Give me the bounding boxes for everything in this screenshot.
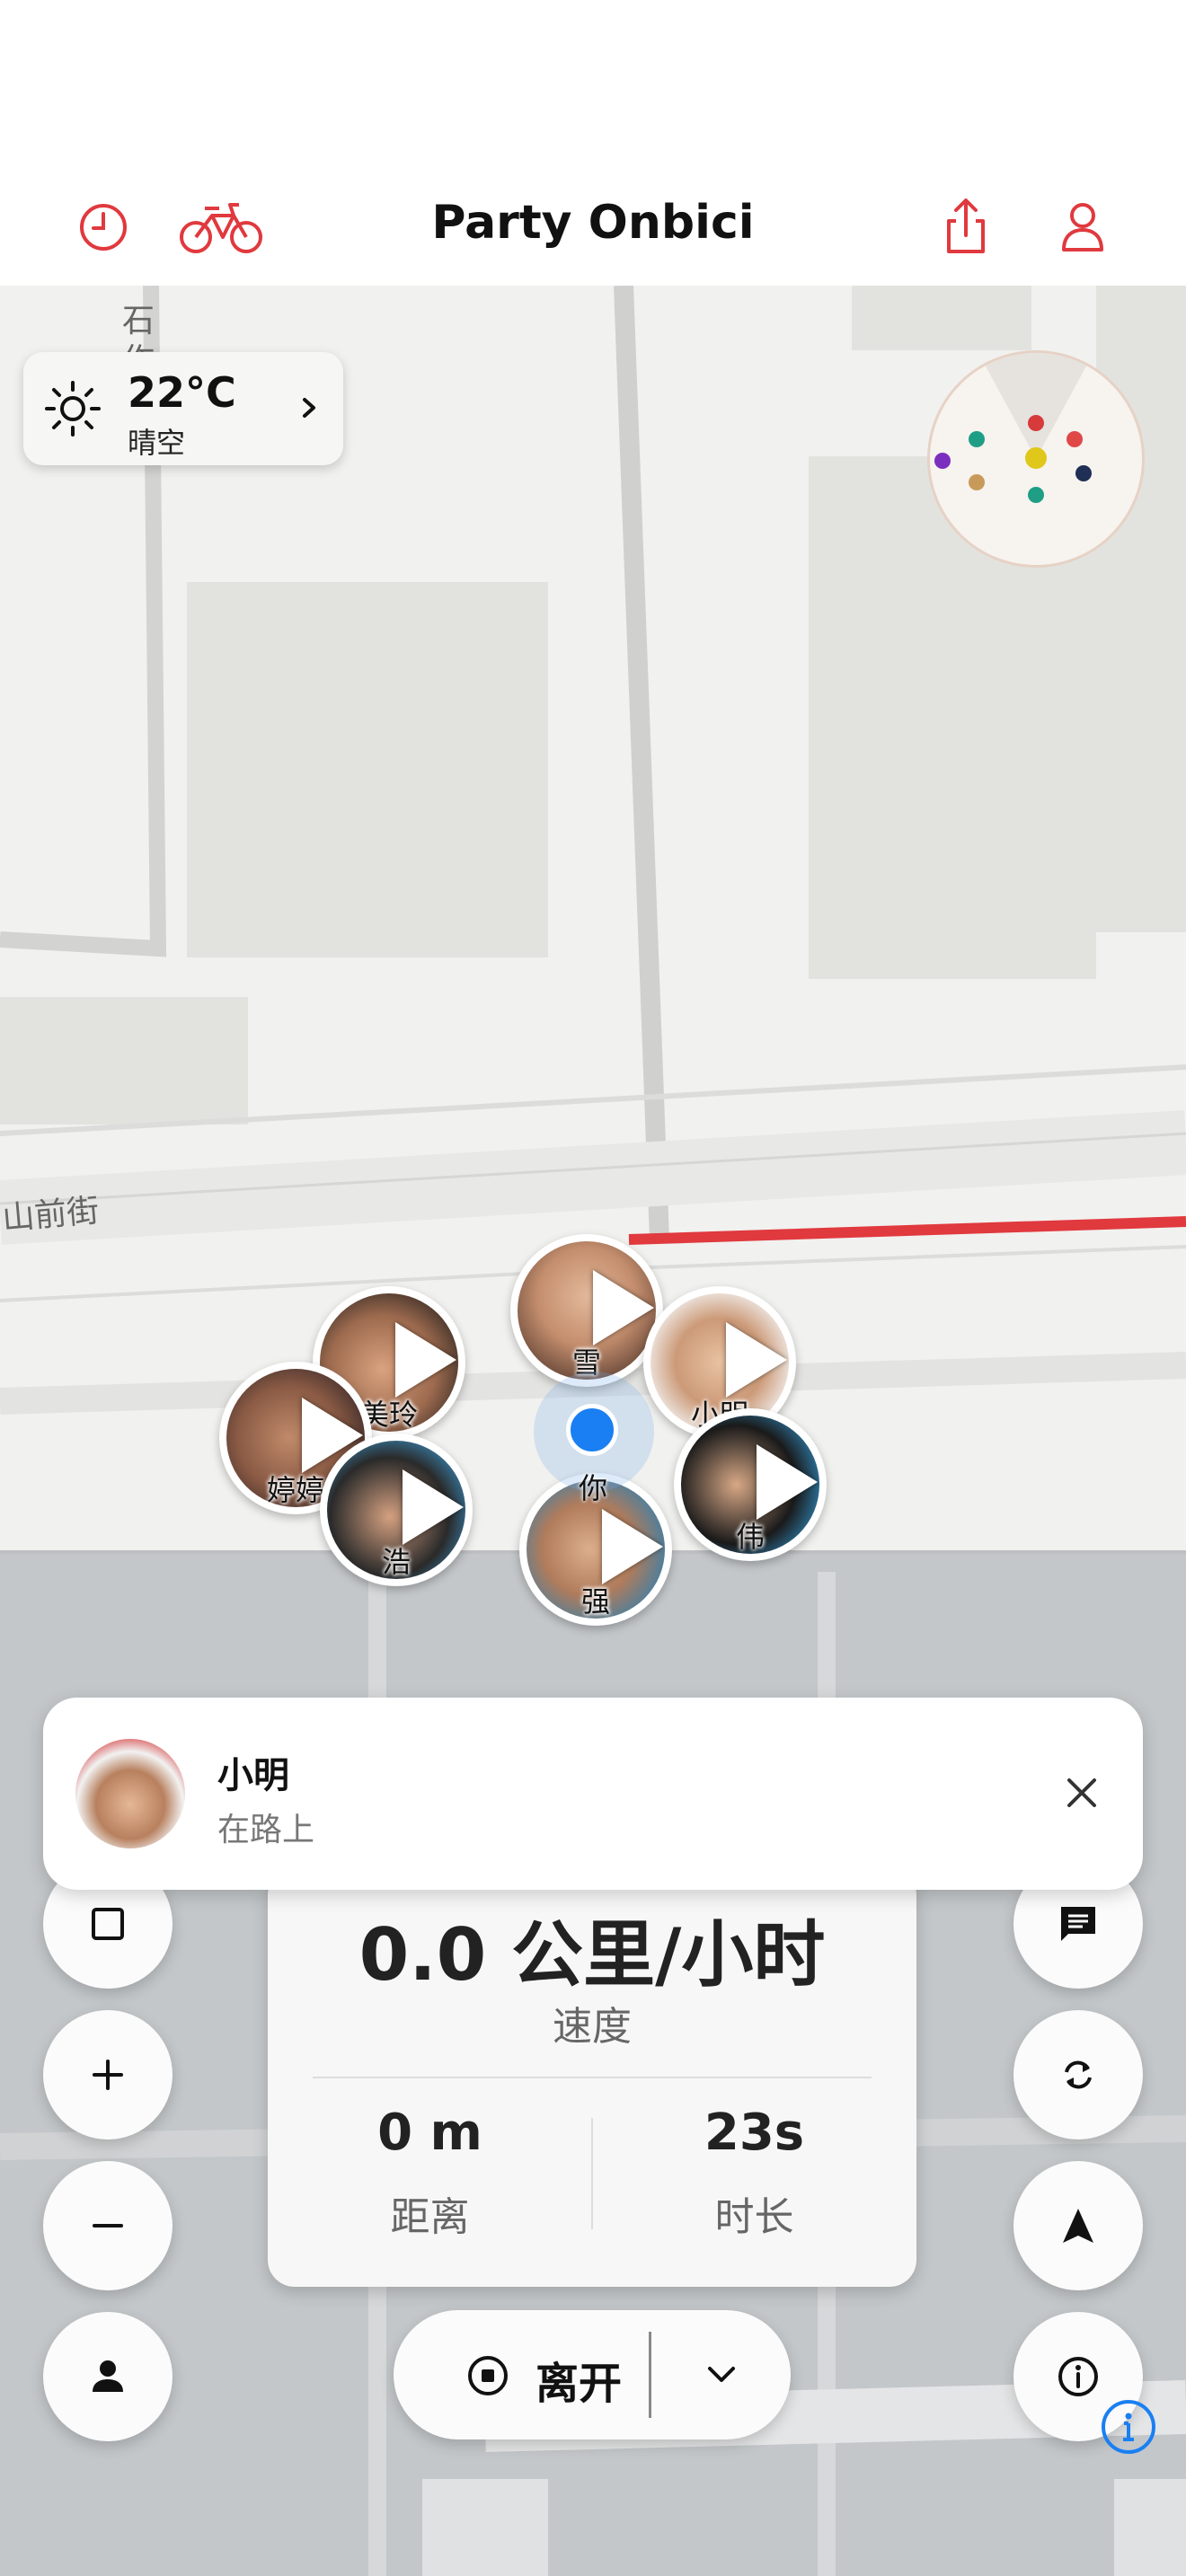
- chevron-down-icon: [708, 2367, 735, 2382]
- rider-marker[interactable]: 伟: [674, 1408, 827, 1561]
- radar-dot: [1067, 431, 1083, 447]
- rider-marker[interactable]: 雪: [510, 1234, 663, 1387]
- distance-label: 距离: [390, 2194, 470, 2240]
- avatar: [75, 1739, 185, 1848]
- navigation-button[interactable]: [1013, 2161, 1143, 2290]
- divider: [649, 2332, 651, 2418]
- profile-icon[interactable]: [1051, 196, 1114, 259]
- top-bar: Party Onbici: [0, 0, 1186, 286]
- heading-arrow-icon: [403, 1469, 464, 1545]
- radar-dot: [1028, 487, 1044, 503]
- radar-dot: [969, 431, 985, 447]
- self-location-dot: [566, 1404, 618, 1456]
- leave-button[interactable]: 离开: [394, 2310, 649, 2439]
- leave-control: 离开: [394, 2310, 791, 2439]
- distance-value: 0 m: [377, 2104, 482, 2162]
- rider-name: 强: [580, 1584, 610, 1619]
- refresh-button[interactable]: [1013, 2010, 1143, 2139]
- speed-value: 0.0 公里/小时: [358, 1913, 826, 1997]
- self-label: 你: [578, 1471, 607, 1505]
- toast-rider-name: 小明: [217, 1755, 289, 1796]
- minus-icon: [93, 2224, 123, 2228]
- person-icon: [93, 2360, 123, 2392]
- heading-arrow-icon: [395, 1322, 456, 1398]
- sun-icon: [43, 379, 102, 438]
- info-icon: [1058, 2357, 1098, 2396]
- toast-rider-status: 在路上: [217, 1812, 315, 1848]
- radar-dot: [1025, 447, 1047, 469]
- weather-widget[interactable]: 22°C 晴空: [23, 352, 343, 465]
- speed-label: 速度: [553, 2004, 632, 2050]
- radar-minimap[interactable]: [927, 350, 1145, 568]
- divider: [313, 2077, 872, 2078]
- rider-name: 浩: [381, 1545, 411, 1579]
- rider-marker[interactable]: 浩: [320, 1434, 473, 1586]
- refresh-icon: [1065, 2060, 1092, 2089]
- radar-dot: [934, 453, 951, 469]
- chevron-right-icon: [291, 390, 327, 426]
- navigation-arrow-icon: [1063, 2209, 1093, 2243]
- rider-status-toast[interactable]: 小明 在路上: [43, 1698, 1143, 1890]
- leave-options-button[interactable]: [652, 2310, 791, 2439]
- page-title: Party Onbici: [431, 196, 755, 250]
- close-button[interactable]: [1040, 1751, 1123, 1834]
- map-attribution-info-icon[interactable]: [1100, 2398, 1157, 2456]
- street-label: 山前街: [0, 1192, 101, 1238]
- weather-condition: 晴空: [128, 426, 186, 460]
- heading-arrow-icon: [726, 1322, 787, 1398]
- square-icon: [92, 1908, 124, 1940]
- weather-temperature: 22°C: [128, 368, 236, 417]
- stop-circle-icon: [468, 2356, 508, 2395]
- plus-icon: [93, 2060, 123, 2090]
- center-on-me-button[interactable]: [43, 2312, 173, 2441]
- chat-icon: [1061, 1907, 1095, 1941]
- radar-dot: [1075, 465, 1092, 481]
- heading-arrow-icon: [593, 1270, 654, 1345]
- heading-arrow-icon: [602, 1509, 663, 1584]
- close-icon: [1067, 1778, 1096, 1807]
- zoom-out-button[interactable]: [43, 2161, 173, 2290]
- ride-stats-panel: 0.0 公里/小时 速度 0 m 距离 23s 时长: [268, 1868, 916, 2287]
- heading-arrow-icon: [757, 1444, 818, 1520]
- duration-label: 时长: [714, 2194, 794, 2240]
- rider-name: 伟: [735, 1520, 765, 1554]
- leave-label: 离开: [535, 2359, 623, 2409]
- zoom-in-button[interactable]: [43, 2010, 173, 2139]
- radar-dot: [969, 474, 985, 490]
- duration-value: 23s: [704, 2104, 805, 2162]
- radar-dot: [1028, 415, 1044, 431]
- share-icon[interactable]: [934, 196, 997, 259]
